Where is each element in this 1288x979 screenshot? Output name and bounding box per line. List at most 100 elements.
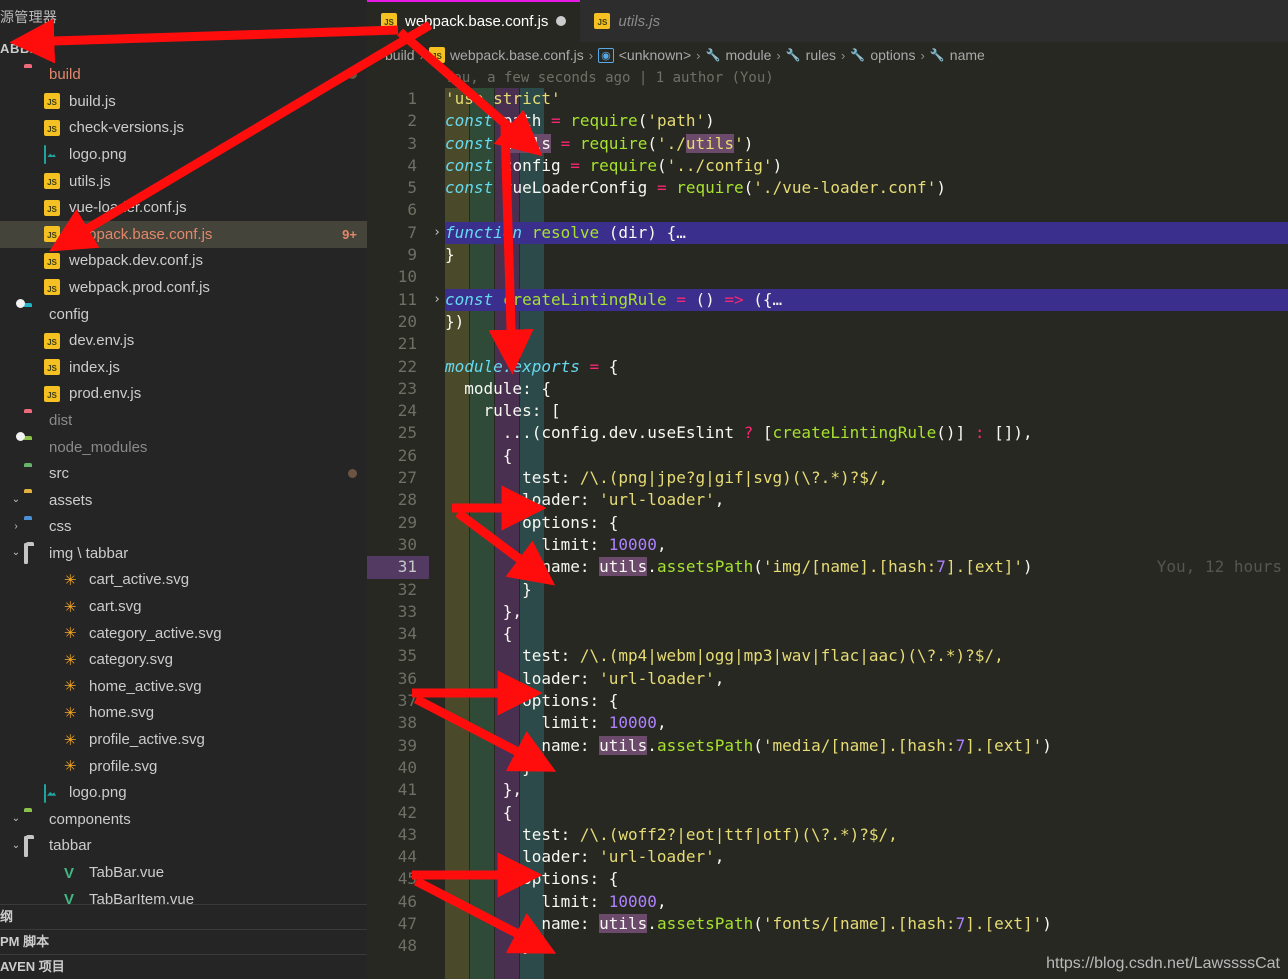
code-text[interactable]: const utils = require('./utils') bbox=[445, 133, 1288, 155]
chevron-right-icon[interactable]: › bbox=[8, 521, 24, 532]
tree-item[interactable]: logo.png bbox=[0, 141, 367, 168]
code-text[interactable]: test: /\.(mp4|webm|ogg|mp3|wav|flac|aac)… bbox=[445, 645, 1288, 667]
tree-item[interactable]: JS webpack.dev.conf.js bbox=[0, 248, 367, 275]
editor-tab[interactable]: JS webpack.base.conf.js bbox=[367, 0, 581, 42]
code-line[interactable]: 3 const utils = require('./utils') bbox=[367, 133, 1288, 155]
code-text[interactable]: limit: 10000, bbox=[445, 534, 1288, 556]
tree-item[interactable]: build bbox=[0, 61, 367, 88]
code-line[interactable]: 21 bbox=[367, 333, 1288, 355]
breadcrumb-item[interactable]: ◉ <unknown> bbox=[598, 47, 691, 63]
breadcrumb-item[interactable]: 🔧 rules bbox=[786, 47, 836, 63]
sidebar-panel-header[interactable]: AVEN 项目 bbox=[0, 955, 367, 979]
tree-item[interactable]: ⌄ tabbar bbox=[0, 833, 367, 860]
code-line[interactable]: 39 name: utils.assetsPath('media/[name].… bbox=[367, 735, 1288, 757]
code-line[interactable]: 23 module: { bbox=[367, 378, 1288, 400]
code-line[interactable]: 36 loader: 'url-loader', bbox=[367, 668, 1288, 690]
code-text[interactable]: const config = require('../config') bbox=[445, 155, 1288, 177]
code-line[interactable]: 32 } bbox=[367, 579, 1288, 601]
code-text[interactable]: }) bbox=[445, 311, 1288, 333]
tree-item[interactable]: JS build.js bbox=[0, 88, 367, 115]
code-line[interactable]: 25 ...(config.dev.useEslint ? [createLin… bbox=[367, 422, 1288, 444]
chevron-down-icon[interactable]: ⌄ bbox=[8, 840, 24, 851]
tree-item[interactable]: JS dev.env.js bbox=[0, 327, 367, 354]
chevron-right-icon[interactable]: › bbox=[429, 222, 445, 244]
breadcrumb-item[interactable]: 🔧 name bbox=[930, 47, 985, 63]
code-line[interactable]: 44 loader: 'url-loader', bbox=[367, 846, 1288, 868]
code-text[interactable]: }, bbox=[445, 601, 1288, 623]
code-text[interactable]: loader: 'url-loader', bbox=[445, 668, 1288, 690]
code-text[interactable]: rules: [ bbox=[445, 400, 1288, 422]
code-line[interactable]: 41 }, bbox=[367, 779, 1288, 801]
sidebar-panel-header[interactable]: 纲 bbox=[0, 905, 367, 929]
code-line[interactable]: 10 bbox=[367, 266, 1288, 288]
code-text[interactable]: function resolve (dir) {… bbox=[445, 221, 1288, 245]
code-text[interactable]: options: { bbox=[445, 512, 1288, 534]
chevron-right-icon[interactable]: › bbox=[429, 289, 445, 311]
code-text[interactable]: const createLintingRule = () => ({… bbox=[445, 288, 1288, 311]
code-line[interactable]: 31 name: utils.assetsPath('img/[name].[h… bbox=[367, 556, 1288, 579]
tree-item[interactable]: dist bbox=[0, 407, 367, 434]
tree-item[interactable]: V TabBar.vue bbox=[0, 859, 367, 886]
code-text[interactable]: { bbox=[445, 623, 1288, 645]
tree-item[interactable]: › css bbox=[0, 513, 367, 540]
tree-item[interactable]: JS vue-loader.conf.js bbox=[0, 194, 367, 221]
code-line[interactable]: 33 }, bbox=[367, 601, 1288, 623]
chevron-down-icon[interactable]: ⌄ bbox=[8, 548, 24, 558]
code-line[interactable]: 26 { bbox=[367, 445, 1288, 467]
code-text[interactable]: const path = require('path') bbox=[445, 110, 1288, 132]
code-line[interactable]: 22 module.exports = { bbox=[367, 356, 1288, 378]
code-line[interactable]: 20}) bbox=[367, 311, 1288, 333]
explorer-section-header[interactable]: ABBAR bbox=[0, 34, 367, 62]
code-line[interactable]: 46 limit: 10000, bbox=[367, 891, 1288, 913]
tree-item[interactable]: JS index.js bbox=[0, 354, 367, 381]
code-line[interactable]: 47 name: utils.assetsPath('fonts/[name].… bbox=[367, 913, 1288, 935]
code-text[interactable]: name: utils.assetsPath('fonts/[name].[ha… bbox=[445, 913, 1288, 935]
tree-item[interactable]: JS webpack.prod.conf.js bbox=[0, 274, 367, 301]
tree-item[interactable]: ⌄ assets bbox=[0, 487, 367, 514]
code-text[interactable]: loader: 'url-loader', bbox=[445, 489, 1288, 511]
tree-item[interactable]: ⌄ components bbox=[0, 806, 367, 833]
code-text[interactable]: module.exports = { bbox=[445, 356, 1288, 378]
code-line[interactable]: 28 loader: 'url-loader', bbox=[367, 489, 1288, 511]
chevron-down-icon[interactable]: ⌄ bbox=[8, 814, 24, 824]
code-text[interactable]: test: /\.(woff2?|eot|ttf|otf)(\?.*)?$/, bbox=[445, 824, 1288, 846]
code-line[interactable]: 11 › const createLintingRule = () => ({… bbox=[367, 288, 1288, 311]
code-text[interactable] bbox=[445, 333, 1288, 355]
code-line[interactable]: 9} bbox=[367, 244, 1288, 266]
code-text[interactable]: 'use strict' bbox=[445, 88, 1288, 110]
tree-item[interactable]: ✳ cart.svg bbox=[0, 593, 367, 620]
sidebar-panel-header[interactable]: PM 脚本 bbox=[0, 930, 367, 954]
breadcrumb-item[interactable]: 🔧 options bbox=[850, 47, 915, 63]
code-line[interactable]: 29 options: { bbox=[367, 512, 1288, 534]
code-line[interactable]: 40 } bbox=[367, 757, 1288, 779]
breadcrumb-item[interactable]: build bbox=[385, 47, 415, 63]
tree-item[interactable]: node_modules bbox=[0, 432, 367, 461]
code-line[interactable]: 6 bbox=[367, 199, 1288, 221]
code-text[interactable]: options: { bbox=[445, 690, 1288, 712]
code-line[interactable]: 5 const vueLoaderConfig = require('./vue-… bbox=[367, 177, 1288, 199]
code-line[interactable]: 38 limit: 10000, bbox=[367, 712, 1288, 734]
tree-item[interactable]: ⌄ img \ tabbar bbox=[0, 540, 367, 567]
code-editor[interactable]: 1 'use strict' 2 const path = require('path… bbox=[367, 88, 1288, 979]
code-text[interactable]: name: utils.assetsPath('media/[name].[ha… bbox=[445, 735, 1288, 757]
code-text[interactable]: } bbox=[445, 579, 1288, 601]
code-text[interactable]: }, bbox=[445, 779, 1288, 801]
editor-tab[interactable]: JS utils.js bbox=[580, 0, 675, 42]
code-line[interactable]: 2 const path = require('path') bbox=[367, 110, 1288, 132]
code-text[interactable] bbox=[445, 266, 1288, 288]
code-line[interactable]: 30 limit: 10000, bbox=[367, 534, 1288, 556]
code-line[interactable]: 1 'use strict' bbox=[367, 88, 1288, 110]
code-line[interactable]: 24 rules: [ bbox=[367, 400, 1288, 422]
code-text[interactable]: limit: 10000, bbox=[445, 891, 1288, 913]
tree-item[interactable]: src bbox=[0, 460, 367, 487]
code-line[interactable]: 43 test: /\.(woff2?|eot|ttf|otf)(\?.*)?$… bbox=[367, 824, 1288, 846]
tree-item[interactable]: JS prod.env.js bbox=[0, 381, 367, 408]
code-line[interactable]: 27 test: /\.(png|jpe?g|gif|svg)(\?.*)?$/… bbox=[367, 467, 1288, 489]
code-text[interactable]: } bbox=[445, 244, 1288, 266]
code-line[interactable]: 7 › function resolve (dir) {… bbox=[367, 221, 1288, 245]
code-text[interactable]: ...(config.dev.useEslint ? [createLintin… bbox=[445, 422, 1288, 444]
code-text[interactable] bbox=[445, 199, 1288, 221]
code-line[interactable]: 42 { bbox=[367, 802, 1288, 824]
tree-item[interactable]: JS webpack.base.conf.js 9+ bbox=[0, 220, 367, 248]
code-line[interactable]: 45 options: { bbox=[367, 868, 1288, 890]
